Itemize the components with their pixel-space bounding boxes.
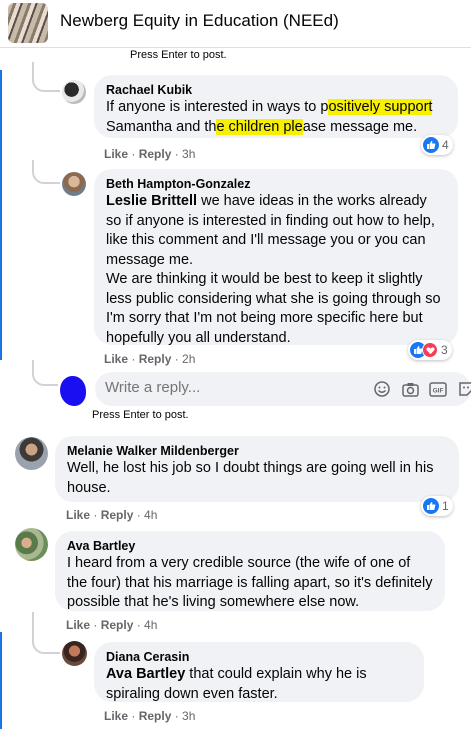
comment-actions: Like · Reply · 4h [66,618,158,632]
comment-bubble: Beth Hampton-Gonzalez Leslie Brittell we… [94,169,458,346]
comment-actions: Like · Reply · 3h [104,147,196,161]
reply-connector [32,62,60,92]
comment-bubble: Rachael Kubik If anyone is interested in… [94,75,458,138]
comment-text: I heard from a very credible source (the… [67,555,433,610]
like-reaction-icon [423,498,439,514]
comment-timestamp[interactable]: 3h [182,147,195,161]
reply-input[interactable] [105,379,305,396]
comment-author[interactable]: Ava Bartley [67,538,433,554]
avatar[interactable] [62,172,86,196]
like-link[interactable]: Like [104,147,128,161]
comment-timestamp[interactable]: 3h [182,709,195,723]
reply-link[interactable]: Reply [139,352,172,366]
reaction-summary[interactable]: 3 [408,340,452,360]
like-link[interactable]: Like [104,352,128,366]
reaction-count: 3 [441,343,448,357]
reaction-count: 1 [442,499,449,513]
comment-text: Ava Bartley that could explain why he is… [106,666,367,702]
comment-text: Well, he lost his job so I doubt things … [67,460,434,496]
group-avatar[interactable] [8,3,48,43]
reply-link[interactable]: Reply [139,147,172,161]
comment-bubble: Melanie Walker Mildenberger Well, he los… [55,436,459,502]
reply-composer[interactable]: GIF [95,372,471,406]
sticker-icon[interactable] [457,380,471,398]
svg-text:GIF: GIF [433,387,444,394]
reply-link[interactable]: Reply [139,709,172,723]
thread-indicator [0,632,2,729]
avatar[interactable] [62,80,86,104]
reply-link[interactable]: Reply [101,618,134,632]
reaction-count: 4 [442,138,449,152]
reply-connector [32,612,60,654]
like-link[interactable]: Like [66,618,90,632]
reaction-summary[interactable]: 4 [421,135,453,155]
comment-author[interactable]: Rachael Kubik [106,82,446,98]
gif-icon[interactable]: GIF [429,380,447,398]
comment-bubble: Diana Cerasin Ava Bartley that could exp… [94,642,424,702]
press-enter-hint: Press Enter to post. [130,49,227,61]
mention-link[interactable]: Ava Bartley [106,666,185,682]
comment-timestamp[interactable]: 4h [144,508,157,522]
camera-icon[interactable] [401,380,419,398]
reply-link[interactable]: Reply [101,508,134,522]
comment-timestamp[interactable]: 4h [144,618,157,632]
comment-author[interactable]: Melanie Walker Mildenberger [67,443,447,459]
reaction-summary[interactable]: 1 [421,496,453,516]
current-user-avatar [60,376,86,406]
comment-bubble: Ava Bartley I heard from a very credible… [55,531,445,611]
comment-actions: Like · Reply · 4h [66,508,158,522]
like-reaction-icon [423,137,439,153]
avatar[interactable] [62,641,87,666]
emoji-icon[interactable] [373,380,391,398]
like-link[interactable]: Like [104,709,128,723]
reply-connector [32,360,58,386]
avatar[interactable] [15,528,48,561]
comment-author[interactable]: Diana Cerasin [106,649,412,665]
press-enter-hint: Press Enter to post. [92,409,189,421]
love-reaction-icon [422,342,438,358]
comment-author[interactable]: Beth Hampton-Gonzalez [106,176,446,192]
comment-timestamp[interactable]: 2h [182,352,195,366]
like-link[interactable]: Like [66,508,90,522]
comment-actions: Like · Reply · 3h [104,709,196,723]
group-title[interactable]: Newberg Equity in Education (NEEd) [60,11,339,31]
thread-indicator [0,70,2,360]
comment-text: If anyone is interested in ways to posit… [106,99,433,135]
mention-link[interactable]: Leslie Brittell [106,193,197,209]
group-header: Newberg Equity in Education (NEEd) [0,0,471,48]
reply-connector [32,160,60,184]
comment-text: Leslie Brittell we have ideas in the wor… [106,193,441,346]
avatar[interactable] [15,437,48,470]
comment-actions: Like · Reply · 2h [104,352,196,366]
